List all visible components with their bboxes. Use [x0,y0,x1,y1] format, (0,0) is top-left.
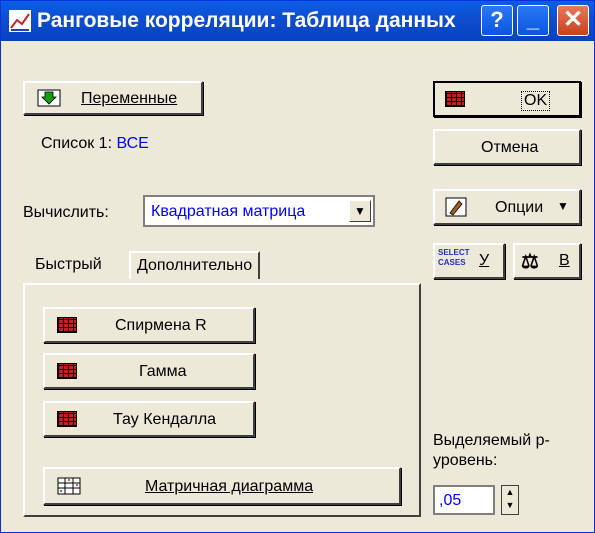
title-bar[interactable]: Ранговые корреляции: Таблица данных ? _ … [1,1,594,41]
compute-selected: Квадратная матрица [151,203,306,220]
window-title: Ранговые корреляции: Таблица данных [37,9,456,32]
close-button[interactable]: ✕ [557,5,589,36]
p-level-label: Выделяемый р-уровень: [433,432,550,469]
table-icon [57,411,77,427]
cancel-button[interactable]: Отмена [433,129,581,165]
list-label: Список 1: ВСЕ [41,135,149,153]
options-label: Опции [495,199,544,216]
weight-icon: ⚖ [521,251,539,273]
ok-button[interactable]: OK [433,81,581,117]
compute-label: Вычислить: [23,204,109,221]
weight-button[interactable]: ⚖ В [513,243,581,279]
select-cases-key: У [479,252,490,269]
table-icon [57,317,77,333]
tab-advanced[interactable]: Дополнительно [129,251,261,279]
list-value: ВСЕ [116,135,149,152]
table-icon [445,91,465,107]
spearman-label: Спирмена R [115,317,207,334]
list-caption: Список 1: [41,135,113,152]
cancel-label: Отмена [481,139,539,156]
variables-label: Переменные [81,90,178,107]
table-icon [57,363,77,379]
select-cases-button[interactable]: SELECT CASES У [433,243,505,279]
matrix-plot-button[interactable]: Матричная диаграмма [43,467,401,505]
matrix-plot-icon [57,477,81,495]
help-button[interactable]: ? [481,5,513,36]
matrix-plot-label: Матричная диаграмма [145,478,314,495]
variables-icon [37,89,61,107]
chevron-down-icon: ▼ [557,199,569,213]
pen-icon [445,197,467,217]
p-level-spinner[interactable]: ▲ ▼ [501,485,519,515]
gamma-button[interactable]: Гамма [43,353,255,389]
select-cases-label: SELECT CASES [438,248,470,267]
variables-button[interactable]: Переменные [23,81,203,115]
dialog-window: Ранговые корреляции: Таблица данных ? _ … [0,0,595,533]
tab-quick[interactable]: Быстрый [35,256,102,274]
kendall-tau-button[interactable]: Тау Кендалла [43,401,255,437]
options-button[interactable]: Опции ▼ [433,189,581,225]
gamma-label: Гамма [139,363,187,380]
minimize-button[interactable]: _ [517,5,549,36]
compute-select[interactable]: Квадратная матрица ▼ [143,195,375,227]
kendall-tau-label: Тау Кендалла [113,411,217,428]
p-level-input[interactable]: ,05 [433,485,495,515]
ok-label: OK [521,91,551,111]
spearman-button[interactable]: Спирмена R [43,307,255,343]
chevron-down-icon[interactable]: ▼ [349,200,371,222]
weight-key: В [559,252,570,269]
chart-app-icon [9,10,31,32]
